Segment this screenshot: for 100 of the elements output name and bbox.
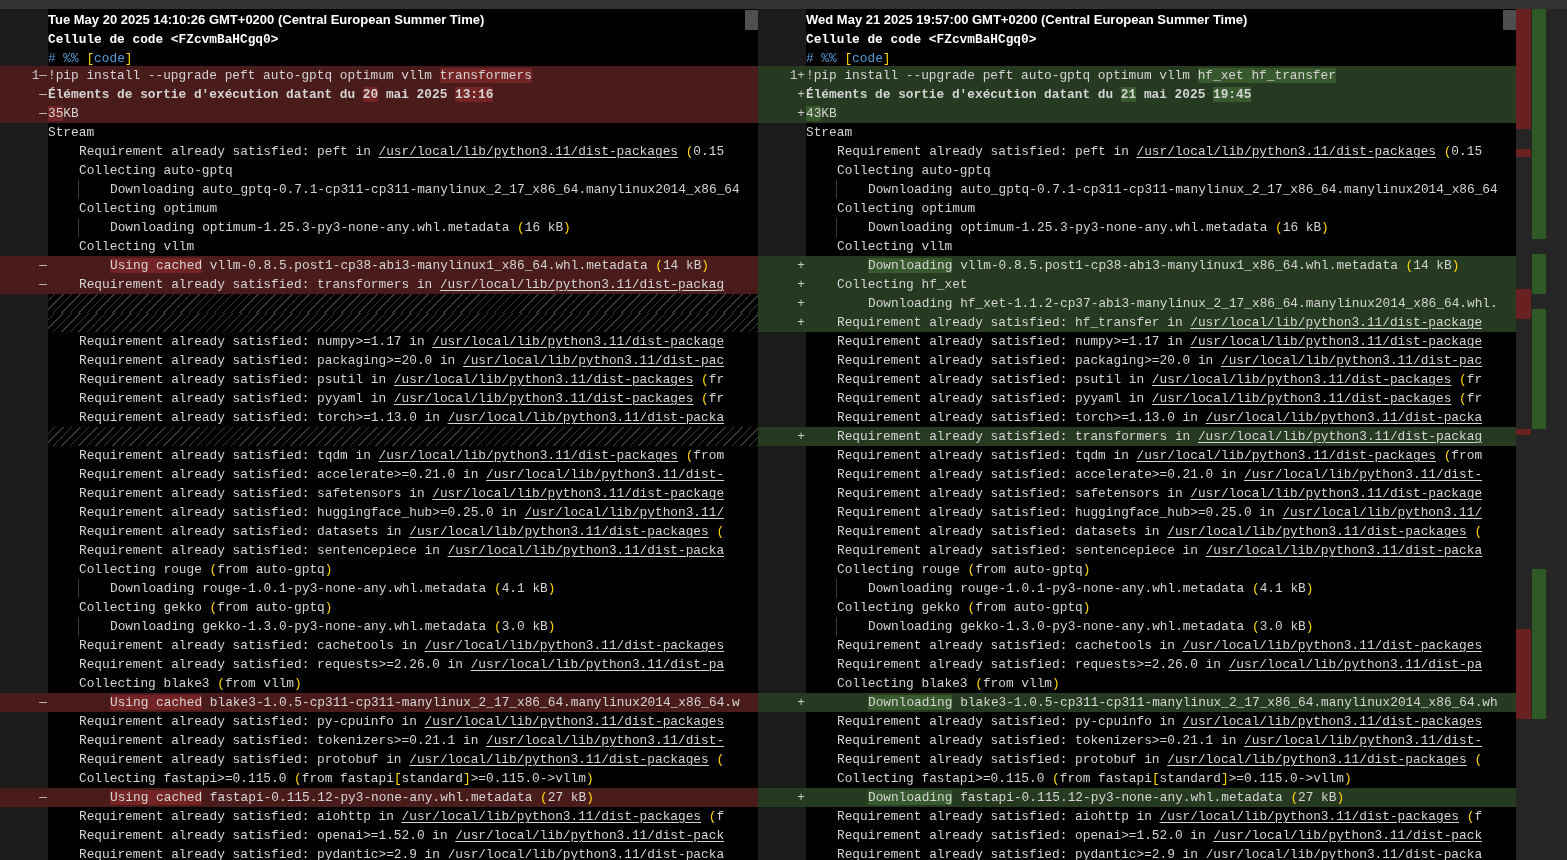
output-line: Collecting optimum	[79, 201, 218, 216]
file-path-link[interactable]: /usr/local/lib/python3.11/dist-	[1244, 467, 1483, 482]
file-path-link[interactable]: /usr/local/lib/python3.11/dist-packages	[1136, 448, 1436, 463]
output-line: 43KB	[806, 106, 837, 121]
output-line: Requirement already satisfied: protobuf in /usr/local/lib/python3.11/dist-packages (	[79, 752, 725, 767]
file-path-link[interactable]: /usr/local/lib/python3.11/dist-packages	[393, 372, 694, 387]
file-path-link[interactable]: /usr/local/lib/python3.11/	[524, 505, 725, 520]
file-path-link[interactable]: /usr/local/lib/python3.11/dist-packages	[1182, 714, 1483, 729]
file-path-link[interactable]: /usr/local/lib/python3.11/dist-packages	[1151, 372, 1452, 387]
output-line: Collecting gekko (from auto-gptq)	[79, 600, 333, 615]
output-line: Requirement already satisfied: sentencepiece in /usr/local/lib/python3.11/dist-packa	[79, 543, 725, 558]
output-line: Requirement already satisfied: tokenizers>=0.21.1 in /usr/local/lib/python3.11/dist-	[837, 733, 1483, 748]
file-path-link[interactable]: /usr/local/lib/python3.11/dist-pack	[1213, 828, 1483, 843]
output-line: Stream	[48, 125, 95, 140]
output-line: Requirement already satisfied: requests>=2.26.0 in /usr/local/lib/python3.11/dist-pa	[837, 657, 1483, 672]
file-path-link[interactable]: /usr/local/lib/python3.11/dist-pac	[463, 353, 725, 368]
file-path-link[interactable]: /usr/local/lib/python3.11/dist-	[486, 467, 725, 482]
output-line: Requirement already satisfied: peft in /usr/local/lib/python3.11/dist-packages (0.15	[79, 144, 725, 159]
output-line: Requirement already satisfied: pydantic>=2.9 in /usr/local/lib/python3.11/dist-packa	[79, 847, 725, 860]
file-path-link[interactable]: /usr/local/lib/python3.11/dist-packages	[1182, 638, 1483, 653]
output-line: Requirement already satisfied: py-cpuinfo in /usr/local/lib/python3.11/dist-packages	[837, 714, 1483, 729]
file-path-link[interactable]: /usr/local/lib/python3.11/dist-pack	[455, 828, 725, 843]
diff-sign: —	[39, 105, 47, 123]
file-path-link[interactable]: /usr/local/lib/python3.11/dist-packa	[447, 543, 725, 558]
file-path-link[interactable]: /usr/local/lib/python3.11/dist-packages	[1167, 752, 1467, 767]
file-path-link[interactable]: /usr/local/lib/python3.11/dist-packages	[393, 391, 694, 406]
file-path-link[interactable]: /usr/local/lib/python3.11/dist-packag	[1197, 429, 1483, 444]
file-path-link[interactable]: /usr/local/lib/python3.11/dist-pa	[470, 657, 725, 672]
output-line: Requirement already satisfied: safetensors in /usr/local/lib/python3.11/dist-package	[79, 486, 725, 501]
file-path-link[interactable]: /usr/local/lib/python3.11/dist-pac	[1221, 353, 1483, 368]
file-path-link[interactable]: /usr/local/lib/python3.11/dist-packages	[378, 448, 678, 463]
scrollbar-thumb[interactable]	[745, 10, 758, 30]
output-line: Downloading fastapi-0.115.12-py3-none-any.whl.metadata (27 kB)	[868, 790, 1345, 805]
output-line: Collecting fastapi>=0.115.0 (from fastapi[standard]>=0.115.0->vllm)	[79, 771, 594, 786]
output-line: Requirement already satisfied: psutil in /usr/local/lib/python3.11/dist-packages (fr	[837, 372, 1483, 387]
file-path-link[interactable]: /usr/local/lib/python3.11/dist-	[1244, 733, 1483, 748]
output-line: Requirement already satisfied: accelerate>=0.21.0 in /usr/local/lib/python3.11/dist-	[837, 467, 1483, 482]
file-path-link[interactable]: /usr/local/lib/python3.11/dist-packa	[1205, 543, 1483, 558]
output-line: Requirement already satisfied: openai>=1.52.0 in /usr/local/lib/python3.11/dist-pack	[837, 828, 1483, 843]
file-path-link[interactable]: /usr/local/lib/python3.11/	[1282, 505, 1483, 520]
diff-sign: +	[797, 694, 805, 712]
file-path-link[interactable]: /usr/local/lib/python3.11/dist-packages	[1136, 144, 1436, 159]
output-line: Requirement already satisfied: torch>=1.13.0 in /usr/local/lib/python3.11/dist-packa	[79, 410, 725, 425]
output-line: Requirement already satisfied: datasets in /usr/local/lib/python3.11/dist-packages (	[79, 524, 725, 539]
file-path-link[interactable]: /usr/local/lib/python3.11/dist-package	[432, 334, 725, 349]
file-path-link[interactable]: /usr/local/lib/python3.11/dist-pa	[1228, 657, 1483, 672]
output-line: Collecting fastapi>=0.115.0 (from fastapi[standard]>=0.115.0->vllm)	[837, 771, 1352, 786]
file-path-link[interactable]: /usr/local/lib/python3.11/dist-package	[1190, 334, 1483, 349]
file-path-link[interactable]: /usr/local/lib/python3.11/dist-package	[1190, 315, 1483, 330]
file-path-link[interactable]: /usr/local/lib/python3.11/dist-packages	[424, 638, 725, 653]
output-line: Using cached vllm-0.8.5.post1-cp38-abi3-manylinux1_x86_64.whl.metadata (14 kB)	[110, 258, 710, 273]
output-line: Collecting auto-gptq	[79, 163, 233, 178]
output-line: Downloading auto_gptq-0.7.1-cp311-cp311-manylinux_2_17_x86_64.manylinux2014_x86_64	[868, 182, 1498, 197]
output-line: Requirement already satisfied: datasets in /usr/local/lib/python3.11/dist-packages (	[837, 524, 1483, 539]
file-path-link[interactable]: /usr/local/lib/python3.11/dist-packages	[378, 144, 678, 159]
output-line: Requirement already satisfied: transformers in /usr/local/lib/python3.11/dist-packag	[79, 277, 725, 292]
output-line: Downloading hf_xet-1.1.2-cp37-abi3-manylinux_2_17_x86_64.manylinux2014_x86_64.whl.	[868, 296, 1498, 311]
file-path-link[interactable]: /usr/local/lib/python3.11/dist-package	[432, 486, 725, 501]
output-line: Requirement already satisfied: huggingface_hub>=0.25.0 in /usr/local/lib/python3.11/	[837, 505, 1483, 520]
output-line: Requirement already satisfied: pyyaml in /usr/local/lib/python3.11/dist-packages (fr	[79, 391, 725, 406]
output-line: Collecting rouge (from auto-gptq)	[79, 562, 333, 577]
output-line: 35KB	[48, 106, 79, 121]
output-line: Collecting gekko (from auto-gptq)	[837, 600, 1091, 615]
output-line: Requirement already satisfied: hf_transfer in /usr/local/lib/python3.11/dist-package	[837, 315, 1483, 330]
file-path-link[interactable]: /usr/local/lib/python3.11/dist-packages	[1159, 809, 1460, 824]
file-path-link[interactable]: /usr/local/lib/python3.11/dist-packages	[409, 524, 709, 539]
line-number: 1	[789, 67, 798, 85]
output-line: Collecting vllm	[837, 239, 953, 254]
diff-sign: +	[797, 86, 805, 104]
output-line: Requirement already satisfied: aiohttp in /usr/local/lib/python3.11/dist-packages (f	[837, 809, 1483, 824]
file-path-link[interactable]: /usr/local/lib/python3.11/dist-packag	[439, 277, 725, 292]
output-line: Requirement already satisfied: numpy>=1.17 in /usr/local/lib/python3.11/dist-package	[79, 334, 725, 349]
output-line: Using cached fastapi-0.115.12-py3-none-any.whl.metadata (27 kB)	[110, 790, 594, 805]
file-path-link[interactable]: /usr/local/lib/python3.11/dist-	[486, 733, 725, 748]
output-line: Requirement already satisfied: pydantic>=2.9 in /usr/local/lib/python3.11/dist-packa	[837, 847, 1483, 860]
scrollbar-thumb[interactable]	[1503, 10, 1516, 30]
output-line: Downloading blake3-1.0.5-cp311-cp311-manylinux_2_17_x86_64.manylinux2014_x86_64.wh	[868, 695, 1498, 710]
file-path-link[interactable]: /usr/local/lib/python3.11/dist-packa	[1205, 847, 1483, 860]
output-line: Requirement already satisfied: openai>=1.52.0 in /usr/local/lib/python3.11/dist-pack	[79, 828, 725, 843]
output-line: Collecting optimum	[837, 201, 976, 216]
output-line: Collecting vllm	[79, 239, 195, 254]
file-path-link[interactable]: /usr/local/lib/python3.11/dist-packages	[409, 752, 709, 767]
output-line: Downloading auto_gptq-0.7.1-cp311-cp311-manylinux_2_17_x86_64.manylinux2014_x86_64	[110, 182, 740, 197]
output-line: Requirement already satisfied: peft in /usr/local/lib/python3.11/dist-packages (0.15	[837, 144, 1483, 159]
file-path-link[interactable]: /usr/local/lib/python3.11/dist-packages	[1167, 524, 1467, 539]
file-path-link[interactable]: /usr/local/lib/python3.11/dist-packa	[1205, 410, 1483, 425]
diff-sign: +	[797, 105, 805, 123]
diff-sign: +	[797, 428, 805, 446]
output-line: Downloading optimum-1.25.3-py3-none-any.whl.metadata (16 kB)	[868, 220, 1329, 235]
output-line: Requirement already satisfied: cachetools in /usr/local/lib/python3.11/dist-packages	[79, 638, 725, 653]
file-path-link[interactable]: /usr/local/lib/python3.11/dist-packa	[447, 410, 725, 425]
output-line: Requirement already satisfied: huggingface_hub>=0.25.0 in /usr/local/lib/python3.11/	[79, 505, 725, 520]
file-path-link[interactable]: /usr/local/lib/python3.11/dist-packages	[401, 809, 702, 824]
file-path-link[interactable]: /usr/local/lib/python3.11/dist-packages	[1151, 391, 1452, 406]
output-line: !pip install --upgrade peft auto-gptq optimum vllm hf_xet hf_transfer	[806, 68, 1336, 83]
file-path-link[interactable]: /usr/local/lib/python3.11/dist-packages	[424, 714, 725, 729]
file-path-link[interactable]: /usr/local/lib/python3.11/dist-packa	[447, 847, 725, 860]
output-line: Downloading rouge-1.0.1-py3-none-any.whl.metadata (4.1 kB)	[110, 581, 556, 596]
file-path-link[interactable]: /usr/local/lib/python3.11/dist-package	[1190, 486, 1483, 501]
line-number: 1	[31, 67, 40, 85]
